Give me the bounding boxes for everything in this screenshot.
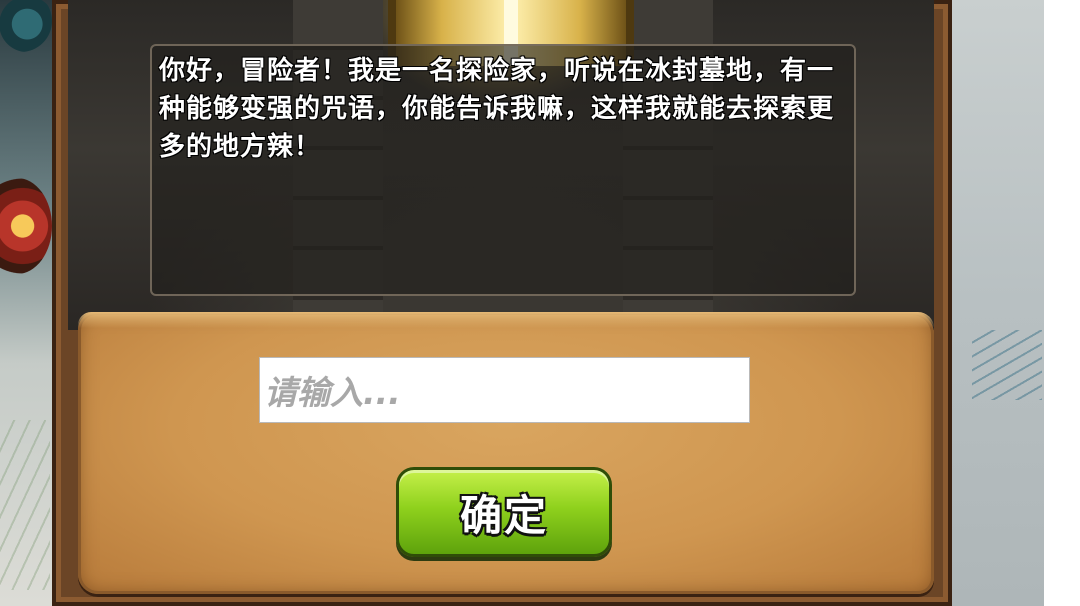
- npc-dialog-box: 你好，冒险者！我是一名探险家，听说在冰封墓地，有一种能够变强的咒语，你能告诉我嘛…: [150, 44, 856, 296]
- branch-decoration: [0, 420, 50, 590]
- parchment-highlight: [78, 312, 934, 328]
- confirm-button[interactable]: 确定: [396, 467, 612, 557]
- screen-edge: [1044, 0, 1080, 606]
- spell-input-placeholder: 请输入...: [264, 373, 401, 412]
- medal-icon: [0, 178, 52, 274]
- right-scenery: [952, 0, 1044, 606]
- left-scenery: [0, 0, 52, 606]
- confirm-button-label: 确定: [459, 490, 548, 540]
- npc-dialog-text: 你好，冒险者！我是一名探险家，听说在冰封墓地，有一种能够变强的咒语，你能告诉我嘛…: [159, 56, 835, 162]
- ice-streak-decoration: [972, 330, 1042, 400]
- spell-input[interactable]: 请输入...: [259, 357, 750, 423]
- ornament-icon: [0, 0, 52, 52]
